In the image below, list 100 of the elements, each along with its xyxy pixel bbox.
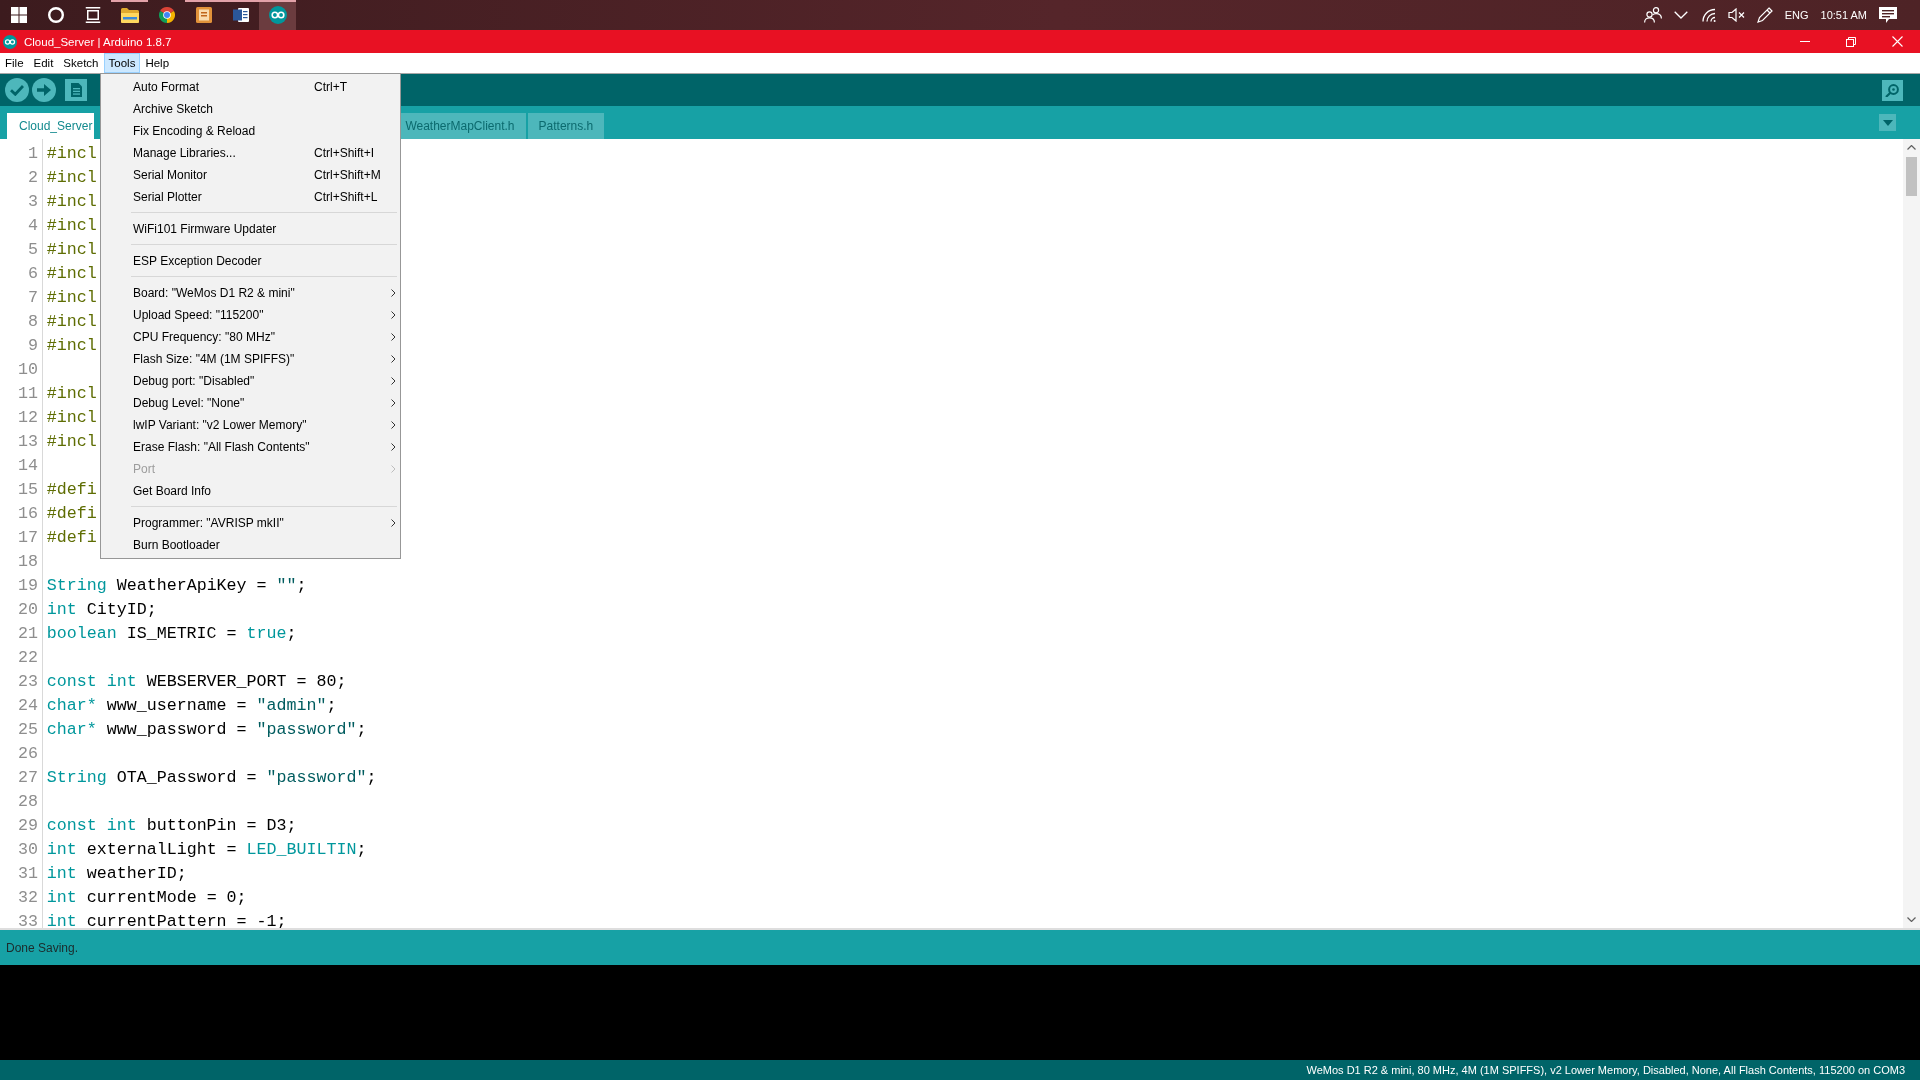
chevron-right-icon xyxy=(390,355,396,363)
pen-icon[interactable] xyxy=(1756,7,1773,23)
line-number: 25 xyxy=(18,720,38,739)
code-line: int CityID; xyxy=(46,599,157,621)
menu-bar-item[interactable]: Edit xyxy=(28,53,59,73)
line-number: 3 xyxy=(28,192,38,211)
scrollbar-thumb[interactable] xyxy=(1906,157,1917,196)
line-number: 33 xyxy=(18,912,38,928)
search-icon[interactable] xyxy=(47,7,64,23)
window-title: Cloud_Server | Arduino 1.8.7 xyxy=(24,35,172,48)
menu-item[interactable]: Fix Encoding & Reload xyxy=(101,120,400,142)
line-number: 17 xyxy=(18,528,38,547)
code-line: #incl xyxy=(46,239,97,261)
tab-menu-button[interactable] xyxy=(1879,114,1896,131)
line-number: 27 xyxy=(18,768,38,787)
line-number: 30 xyxy=(18,840,38,859)
board-summary: WeMos D1 R2 & mini, 80 MHz, 4M (1M SPIFFS), v2 Lower Memory, Disabled, None, All Flash Contents, 115200 on COM3 xyxy=(1306,1064,1905,1076)
line-number: 19 xyxy=(18,576,38,595)
code-line: #incl xyxy=(46,191,97,213)
code-line: int currentMode = 0; xyxy=(46,887,247,909)
menu-item[interactable]: Debug port: "Disabled" xyxy=(101,370,400,392)
line-number: 23 xyxy=(18,672,38,691)
clock-time[interactable]: 10:51 AM xyxy=(1820,9,1867,21)
people-icon[interactable] xyxy=(1643,7,1662,23)
taskbar-button[interactable] xyxy=(259,0,296,30)
menu-bar-item[interactable]: Sketch xyxy=(58,53,104,73)
menu-item[interactable]: Manage Libraries... Ctrl+Shift+I xyxy=(101,142,400,164)
code-line: #incl xyxy=(46,287,97,309)
menu-item[interactable]: Burn Bootloader xyxy=(101,534,400,556)
menu-item[interactable]: Get Board Info xyxy=(101,480,400,502)
chevron-right-icon xyxy=(390,377,396,385)
triangle-down-icon xyxy=(1882,119,1893,126)
line-number: 32 xyxy=(18,888,38,907)
close-icon[interactable] xyxy=(1891,36,1903,47)
menu-item[interactable]: Erase Flash: "All Flash Contents" xyxy=(101,436,400,458)
speaker-muted-icon[interactable] xyxy=(1727,8,1745,22)
code-line: #incl xyxy=(46,215,97,237)
line-number: 28 xyxy=(18,792,38,811)
restore-icon[interactable] xyxy=(1846,36,1856,47)
document-icon xyxy=(232,7,249,23)
new-sketch-button[interactable] xyxy=(65,79,87,101)
line-number: 1 xyxy=(28,144,38,163)
chevron-up-icon[interactable] xyxy=(1907,145,1916,150)
keyboard-shortcut: Ctrl+T xyxy=(314,80,348,94)
menu-item[interactable]: Upload Speed: "115200" xyxy=(101,304,400,326)
line-number: 29 xyxy=(18,816,38,835)
menu-item[interactable]: Debug Level: "None" xyxy=(101,392,400,414)
language-indicator[interactable]: ENG xyxy=(1784,9,1809,21)
line-number: 15 xyxy=(18,480,38,499)
arrow-right-icon xyxy=(37,84,51,96)
code-line: #incl xyxy=(46,407,97,429)
verify-button[interactable] xyxy=(5,78,29,102)
chevron-right-icon xyxy=(390,333,396,341)
infinity-logo-icon xyxy=(3,34,17,49)
chevron-right-icon xyxy=(390,289,396,297)
menu-item[interactable]: Flash Size: "4M (1M SPIFFS)" xyxy=(101,348,400,370)
tab[interactable]: Cloud_Server xyxy=(7,113,95,139)
code-line: #incl xyxy=(46,383,97,405)
browser-icon xyxy=(158,7,175,23)
chevron-right-icon xyxy=(390,421,396,429)
serial-monitor-button[interactable] xyxy=(1882,79,1903,101)
keyboard-shortcut: Ctrl+Shift+I xyxy=(314,146,376,160)
code-line: const int buttonPin = D3; xyxy=(46,815,297,837)
wifi-icon[interactable] xyxy=(1699,8,1716,22)
menu-item[interactable]: Board: "WeMos D1 R2 & mini" xyxy=(101,282,400,304)
code-line: #defi xyxy=(46,527,97,549)
menu-item[interactable]: Serial Plotter Ctrl+Shift+L xyxy=(101,186,400,208)
upload-button[interactable] xyxy=(32,78,56,102)
menu-item[interactable]: Archive Sketch xyxy=(101,98,400,120)
infinity-logo-icon xyxy=(268,6,287,24)
line-number: 31 xyxy=(18,864,38,883)
menu-item[interactable]: WiFi101 Firmware Updater xyxy=(101,218,400,240)
line-number: 24 xyxy=(18,696,38,715)
menu-item[interactable]: lwIP Variant: "v2 Lower Memory" xyxy=(101,414,400,436)
line-number: 5 xyxy=(28,240,38,259)
code-line: #incl xyxy=(46,311,97,333)
code-line: boolean IS_METRIC = true; xyxy=(46,623,297,645)
menu-item[interactable]: Auto Format Ctrl+T xyxy=(101,76,400,98)
line-number: 11 xyxy=(18,384,38,403)
menu-bar-item[interactable]: File xyxy=(0,53,29,73)
line-number: 13 xyxy=(18,432,38,451)
code-line: int weatherID; xyxy=(46,863,187,885)
code-line: #incl xyxy=(46,143,97,165)
code-line: #incl xyxy=(46,335,97,357)
task-view-icon[interactable] xyxy=(84,7,101,23)
code-line: String OTA_Password = "password"; xyxy=(46,767,377,789)
line-number: 18 xyxy=(18,552,38,571)
menu-item[interactable]: Programmer: "AVRISP mkII" xyxy=(101,512,400,534)
menu-item[interactable]: ESP Exception Decoder xyxy=(101,250,400,272)
vertical-scrollbar[interactable] xyxy=(1903,139,1920,928)
menu-item[interactable]: Serial Monitor Ctrl+Shift+M xyxy=(101,164,400,186)
notification-icon[interactable] xyxy=(1879,7,1897,23)
menu-item[interactable]: CPU Frequency: "80 MHz" xyxy=(101,326,400,348)
menu-bar-item[interactable]: Help xyxy=(140,53,175,73)
menu-bar-item[interactable]: Tools xyxy=(103,53,141,73)
windows-logo-icon[interactable] xyxy=(10,7,27,23)
chevron-down-icon[interactable] xyxy=(1907,917,1916,922)
checkmark-icon xyxy=(10,84,24,96)
line-number: 8 xyxy=(28,312,38,331)
line-number: 2 xyxy=(28,168,38,187)
